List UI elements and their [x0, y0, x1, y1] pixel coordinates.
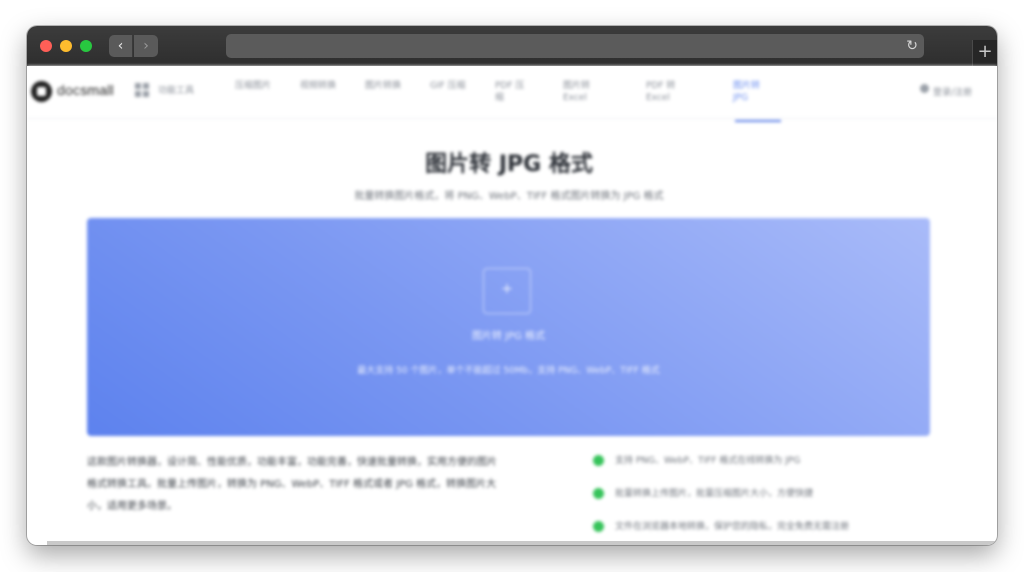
logo-icon[interactable] — [31, 81, 52, 102]
browser-window: ‹ › ↻ + docsmall 功能工具 压缩图片 视频转换 图片转换 GIF… — [27, 26, 997, 545]
screenshot-stage: ‹ › ↻ + docsmall 功能工具 压缩图片 视频转换 图片转换 GIF… — [0, 0, 1024, 572]
back-button[interactable]: ‹ — [109, 35, 133, 57]
logo-suffix: small — [80, 82, 114, 98]
dropzone-hint: 最大支持 50 个图片，单个不能超过 50Mb，支持 PNG、WebP、TIFF… — [357, 366, 660, 376]
page-title: 图片转 JPG 格式 — [425, 152, 593, 177]
check-circle-icon — [593, 521, 604, 532]
minimize-window-button[interactable] — [60, 40, 72, 52]
nav-item-pdf-to-excel[interactable]: PDF 转 Excel — [646, 80, 688, 104]
site-logo[interactable]: docsmall — [57, 82, 114, 98]
upload-icon[interactable]: + — [483, 268, 531, 314]
active-tab-indicator — [735, 120, 781, 122]
reload-icon[interactable]: ↻ — [906, 36, 918, 56]
user-icon — [920, 84, 929, 93]
nav-item-image-to-excel[interactable]: 图片转 Excel — [563, 80, 603, 104]
feature-text: 批量转换上传图片，批量压缩图片大小，方便快捷 — [615, 489, 814, 499]
new-tab-button[interactable]: + — [972, 40, 997, 66]
logo-prefix: doc — [57, 82, 81, 98]
list-item: 支持 PNG、WebP、TIFF 格式在线转换为 JPG — [593, 454, 923, 487]
browser-titlebar: ‹ › ↻ + — [27, 26, 997, 66]
nav-item-tools[interactable]: 功能工具 — [158, 85, 218, 97]
feature-text: 文件在浏览器本地转换，保护您的隐私，完全免费无需注册 — [615, 522, 850, 532]
site-header: docsmall 功能工具 压缩图片 视频转换 图片转换 GIF 压缩 PDF … — [27, 66, 997, 122]
chevron-left-icon: ‹ — [117, 38, 124, 54]
page-subtitle: 批量转换图片格式，将 PNG、WebP、TIFF 格式图片转换为 JPG 格式 — [354, 191, 664, 202]
nav-item-gif-compress[interactable]: GIF 压缩 — [430, 80, 468, 92]
dropzone-title: 图片转 JPG 格式 — [471, 331, 546, 342]
plus-icon: + — [501, 281, 513, 297]
nav-item-compress-image[interactable]: 压缩图片 — [235, 80, 273, 92]
upload-dropzone[interactable]: + 图片转 JPG 格式 最大支持 50 个图片，单个不能超过 50Mb，支持 … — [87, 218, 930, 436]
forward-button[interactable]: › — [134, 35, 158, 57]
close-window-button[interactable] — [40, 40, 52, 52]
page-content: docsmall 功能工具 压缩图片 视频转换 图片转换 GIF 压缩 PDF … — [27, 66, 997, 545]
horizontal-scrollbar[interactable] — [47, 541, 997, 545]
plus-icon: + — [977, 41, 993, 62]
nav-item-image-convert[interactable]: 图片转换 — [365, 80, 403, 92]
feature-text: 支持 PNG、WebP、TIFF 格式在线转换为 JPG — [615, 456, 801, 466]
nav-item-pdf-compress[interactable]: PDF 压缩 — [495, 80, 533, 104]
nav-item-image-to-jpg[interactable]: 图片转 JPG — [733, 80, 775, 104]
list-item: 批量转换上传图片，批量压缩图片大小，方便快捷 — [593, 487, 923, 520]
tool-description: 这款图片转换器，设计简、性能优质，功能丰富，功能完善，快速批量转换，实用方便的图… — [87, 457, 497, 512]
feature-list: 支持 PNG、WebP、TIFF 格式在线转换为 JPG 批量转换上传图片，批量… — [593, 454, 923, 545]
nav-item-video-convert[interactable]: 视频转换 — [300, 80, 338, 92]
check-circle-icon — [593, 455, 604, 466]
chevron-right-icon: › — [143, 38, 149, 54]
login-link[interactable]: 登录/注册 — [933, 85, 972, 98]
zoom-window-button[interactable] — [80, 40, 92, 52]
check-circle-icon — [593, 488, 604, 499]
tools-grid-icon — [135, 83, 149, 97]
address-bar[interactable]: ↻ — [226, 34, 924, 58]
